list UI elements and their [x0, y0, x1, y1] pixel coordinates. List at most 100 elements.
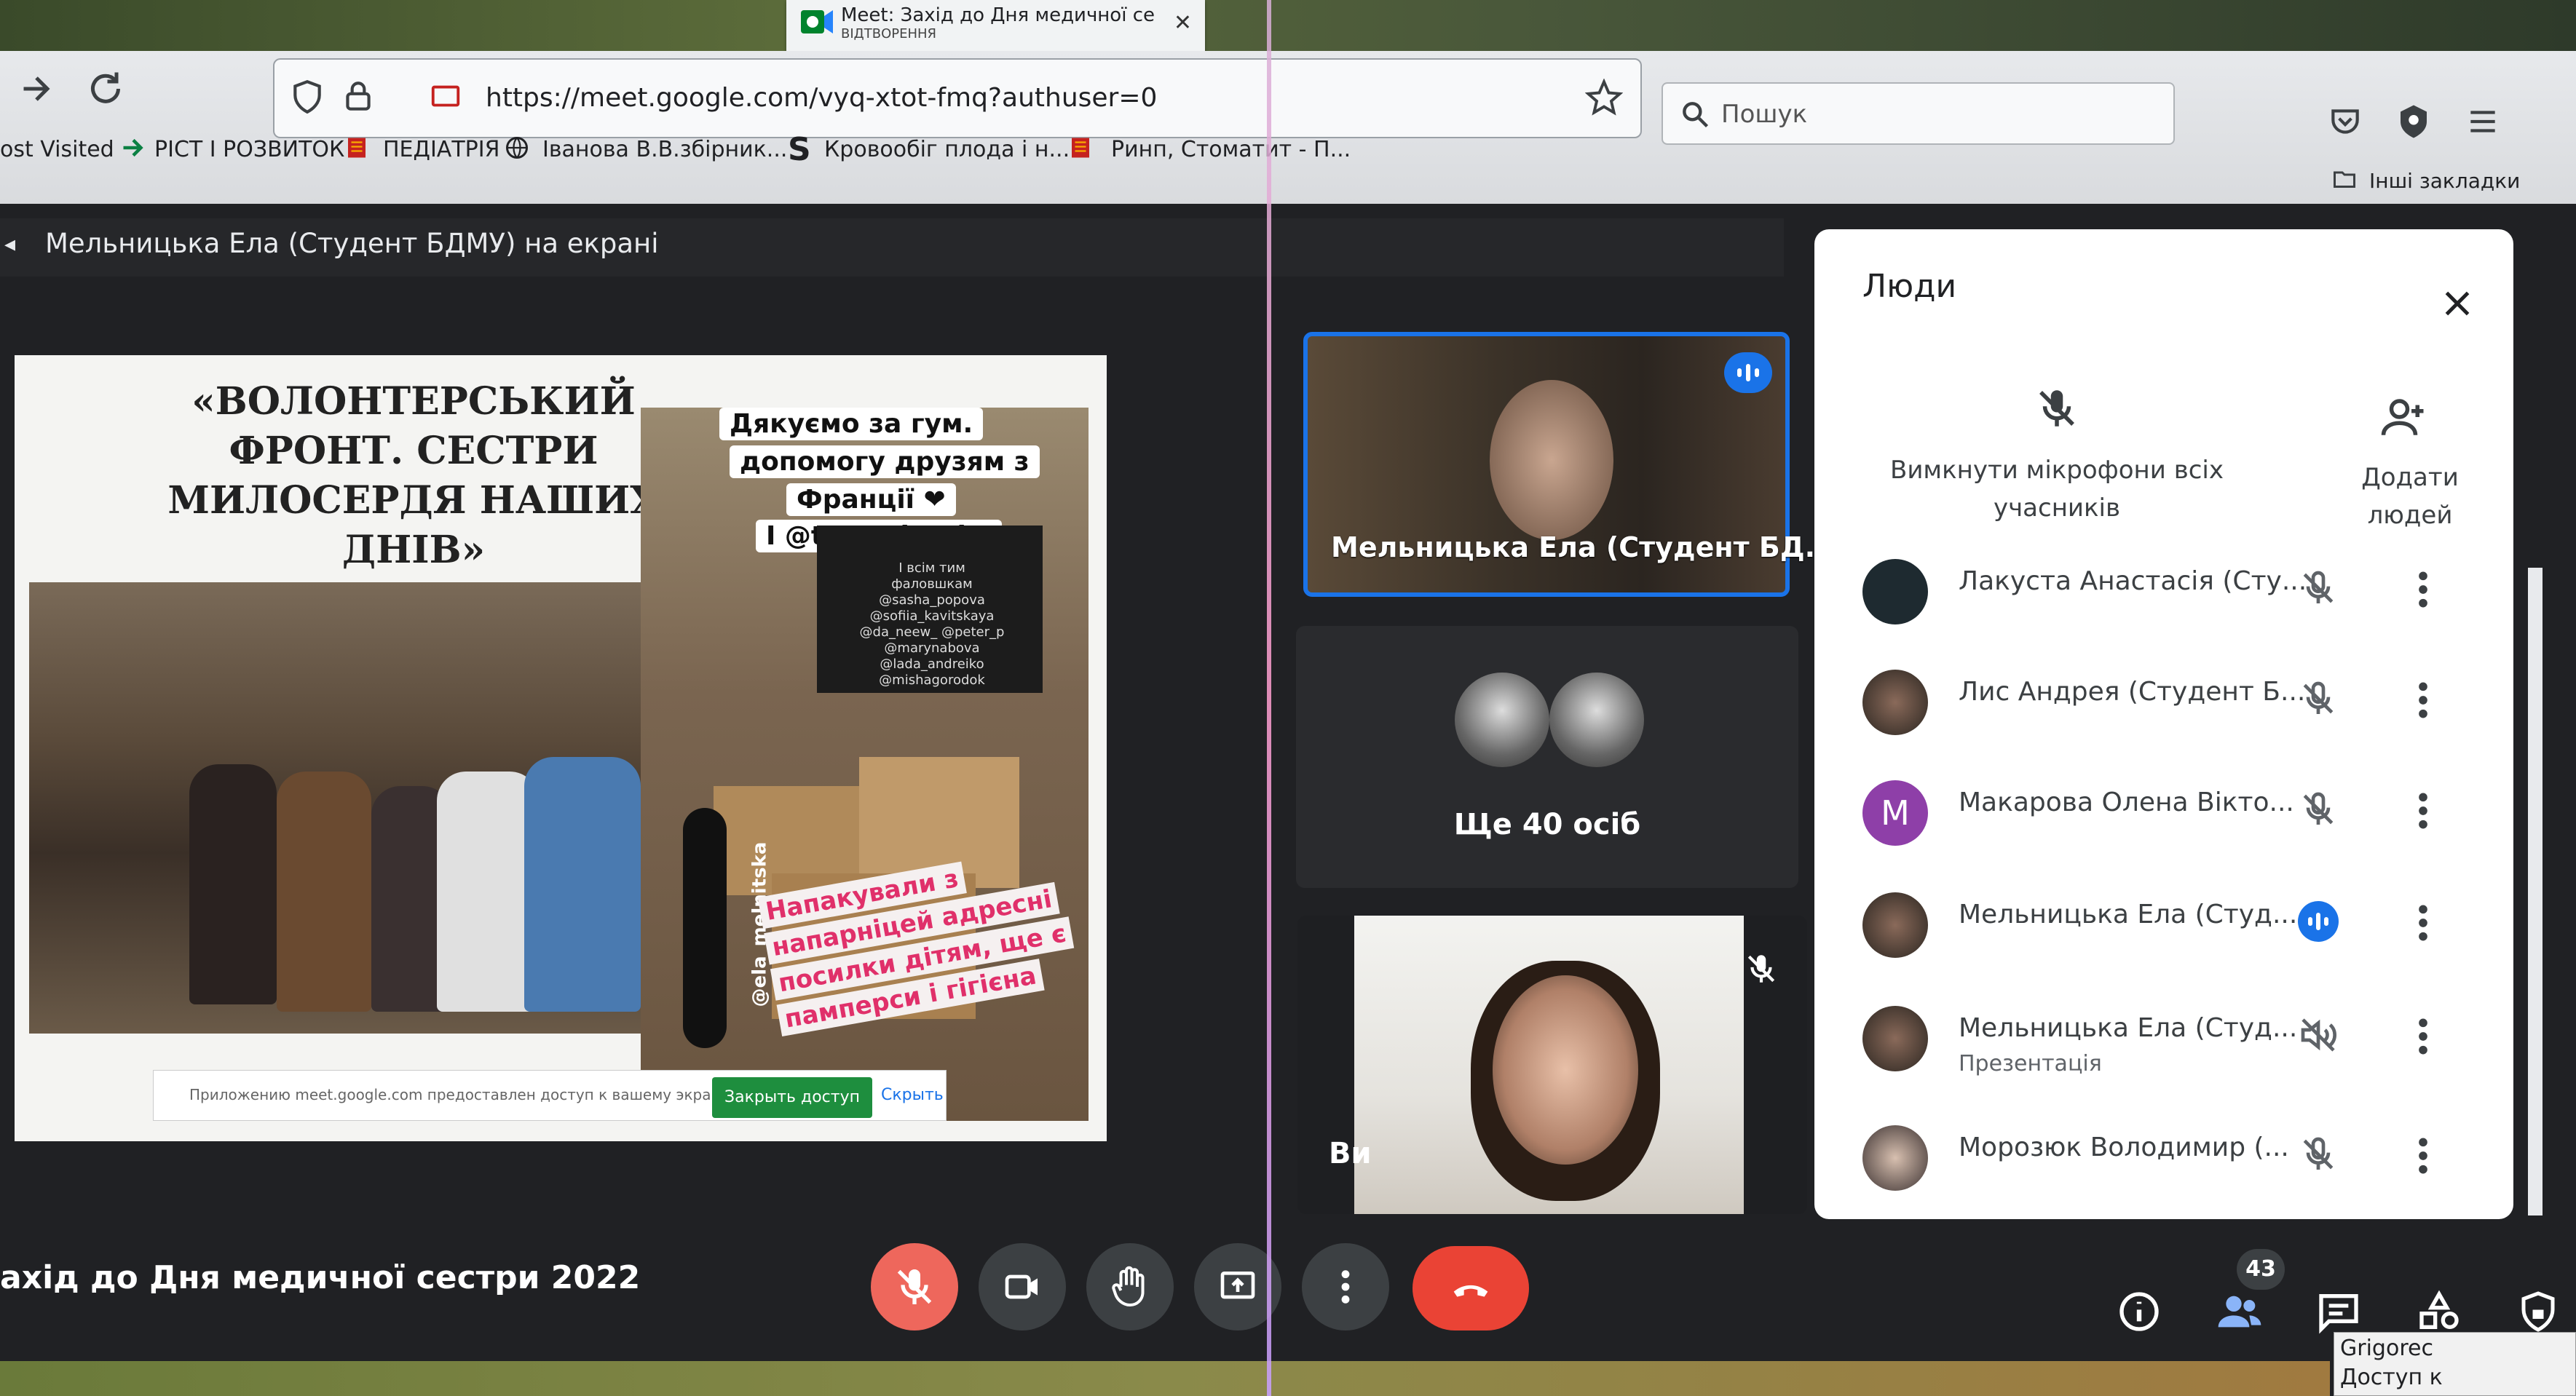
people-icon[interactable] [2216, 1288, 2263, 1335]
volunteers-group-photo [29, 582, 663, 1034]
mic-off-icon[interactable] [2298, 789, 2339, 830]
bookmark-krovoobig[interactable]: Кровообіг плода і н... [824, 137, 1070, 162]
participant-row[interactable]: Морозюк Володимир (... [1857, 1114, 2497, 1201]
board-line: фаловшкам [891, 576, 973, 592]
leave-call-button[interactable] [1413, 1246, 1529, 1330]
slide-title-line: «ВОЛОНТЕРСЬКИЙ [191, 379, 636, 424]
book-icon [1067, 135, 1094, 161]
more-options-icon[interactable] [2416, 569, 2430, 610]
lock-icon[interactable] [340, 79, 376, 115]
arrow-icon [120, 135, 146, 161]
more-participants-tile[interactable] [1296, 626, 1798, 888]
avatar: M [1862, 780, 1928, 846]
add-person-icon[interactable] [2379, 393, 2427, 441]
menu-icon[interactable] [2465, 103, 2501, 140]
screen-share-indicator-icon[interactable] [427, 80, 464, 114]
meeting-title: ахід до Дня медичної сестри 2022 [0, 1259, 641, 1296]
bookmark-pediatria[interactable]: ПЕДІАТРІЯ [383, 137, 499, 162]
participant-row[interactable]: Лакуста Анастасія (Сту... [1857, 547, 2497, 635]
pocket-icon[interactable] [2327, 103, 2363, 140]
self-label: Ви [1329, 1137, 1372, 1170]
other-bookmarks[interactable]: Інші закладки [2369, 169, 2520, 193]
instagram-handle-sticker [683, 808, 727, 1048]
slide-title: «ВОЛОНТЕРСЬКИЙ ФРОНТ. СЕСТРИ МИЛОСЕРДЯ Н… [159, 377, 668, 575]
hide-notice-link[interactable]: Скрыть [881, 1086, 944, 1104]
more-options-icon[interactable] [2416, 790, 2430, 831]
search-box[interactable]: Пошук [1662, 82, 2175, 145]
bookmark-rist[interactable]: РІСТ І РОЗВИТОК [154, 137, 344, 162]
board-line: @sasha_popova [879, 592, 985, 608]
mic-off-icon[interactable] [2298, 1134, 2339, 1175]
participant-row[interactable]: Лис Андрея (Студент Б... [1857, 658, 2497, 745]
stop-sharing-button[interactable]: Закрыть доступ [712, 1077, 872, 1118]
url-text[interactable]: https://meet.google.com/vyq-xtot-fmq?aut… [486, 83, 1157, 113]
search-icon [1679, 98, 1711, 130]
mute-all-button[interactable]: Вимкнути мікрофони всіх учасників [1886, 451, 2228, 527]
avatar [1862, 1125, 1928, 1191]
volume-off-icon[interactable] [2298, 1015, 2339, 1055]
board-line: @lada_andreiko [880, 657, 984, 672]
board-line: I всім тим [898, 560, 965, 576]
participant-name: Мельницька Ела (Студ... [1959, 900, 2298, 929]
slide-title-line: ФРОНТ. СЕСТРИ [229, 429, 598, 473]
folder-icon [2330, 166, 2359, 192]
more-options-button[interactable] [1302, 1243, 1389, 1330]
address-bar[interactable]: https://meet.google.com/vyq-xtot-fmq?aut… [273, 58, 1642, 138]
close-icon[interactable] [2439, 285, 2476, 322]
board-line: @sofiia_kavitskaya [869, 608, 995, 624]
participant-subtitle: Презентація [1959, 1051, 2102, 1076]
self-video-face [1493, 975, 1638, 1165]
panel-scrollbar[interactable] [2528, 568, 2543, 1215]
camera-toggle-button[interactable] [979, 1243, 1066, 1330]
avatar [1549, 673, 1644, 767]
tab-playing-label: ВІДТВОРЕННЯ [841, 26, 937, 41]
more-options-icon[interactable] [2416, 1135, 2430, 1176]
forward-icon[interactable] [15, 67, 58, 111]
mute-all-icon[interactable] [2033, 384, 2081, 432]
meeting-info-icon[interactable] [2116, 1288, 2162, 1335]
mic-off-icon [1743, 951, 1779, 987]
participant-row[interactable]: M Макарова Олена Вікто... [1857, 769, 2497, 856]
mic-toggle-button[interactable] [871, 1243, 958, 1330]
mic-off-icon[interactable] [2298, 678, 2339, 719]
board-line: @mishagorodok [879, 673, 985, 688]
tab-title: Meet: Захід до Дня медичної се [841, 4, 1155, 26]
activities-icon[interactable] [2416, 1288, 2462, 1335]
mic-off-icon[interactable] [2298, 568, 2339, 608]
more-options-icon[interactable] [2416, 680, 2430, 721]
bookmark-ivanova[interactable]: Іванова В.В.збірник... [542, 137, 787, 162]
tab-close-icon[interactable]: ✕ [1174, 10, 1192, 36]
more-options-icon[interactable] [2416, 1016, 2430, 1057]
browser-tab-active[interactable]: Meet: Захід до Дня медичної се ВІДТВОРЕН… [786, 0, 1205, 57]
share-notice-text: Приложению meet.google.com предоставлен … [189, 1086, 734, 1103]
network-tooltip: Grigorec Доступ к Интернету [2334, 1332, 2576, 1396]
participant-name: Лакуста Анастасія (Сту... [1959, 566, 2307, 596]
board-line: @da_neew_ @peter_p [859, 624, 1005, 640]
reload-icon[interactable] [84, 67, 127, 111]
collapse-arrow-icon[interactable]: ◂ [4, 231, 15, 257]
bookmark-rinp[interactable]: Ринп, Стоматит - П... [1111, 137, 1351, 162]
slide-caption-line: Дякуємо за гум. [719, 408, 984, 440]
avatar [1862, 1006, 1928, 1071]
monitor-artifact-line [1267, 0, 1271, 1396]
extension-icon[interactable] [2394, 102, 2433, 141]
raise-hand-button[interactable] [1086, 1243, 1174, 1330]
participant-row[interactable]: Мельницька Ела (Студ... [1857, 881, 2497, 968]
chat-icon[interactable] [2315, 1288, 2362, 1335]
os-background-strip [0, 0, 2576, 51]
tile-participant-name: Мельницька Ела (Студент БД... [1331, 531, 1836, 563]
avatar [1862, 892, 1928, 958]
add-people-button[interactable]: Додати людей [2330, 459, 2490, 534]
shield-icon[interactable] [289, 79, 325, 115]
bookmark-star-icon[interactable] [1585, 79, 1623, 116]
bookmark-most-visited[interactable]: ost Visited [0, 137, 114, 162]
participants-count-badge: 43 [2237, 1249, 2285, 1290]
avatar [1862, 559, 1928, 624]
participant-name: Морозюк Володимир (... [1959, 1133, 2289, 1162]
search-placeholder: Пошук [1721, 100, 1808, 129]
more-options-icon[interactable] [2416, 903, 2430, 943]
s-icon: S [788, 131, 811, 168]
host-controls-icon[interactable] [2516, 1288, 2560, 1335]
globe-icon [504, 135, 530, 161]
participant-row[interactable]: Мельницька Ела (Студ... Презентація [1857, 994, 2497, 1082]
